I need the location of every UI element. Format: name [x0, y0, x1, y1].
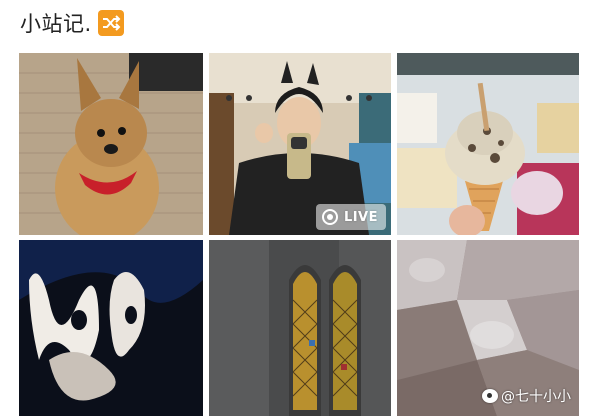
- photo-tile-ice-cream[interactable]: [397, 53, 579, 235]
- shuffle-icon: [97, 10, 124, 36]
- live-badge-label: LIVE: [343, 209, 378, 225]
- photo-tile-abstract-swirl[interactable]: [19, 240, 203, 416]
- watermark-text: @七十小小: [501, 389, 571, 405]
- photo-tile-glass-texture[interactable]: @七十小小: [397, 240, 579, 416]
- post-title-row: 小站记.: [20, 8, 124, 38]
- post-title: 小站记.: [20, 12, 92, 36]
- live-photo-badge: LIVE: [315, 204, 386, 230]
- live-photo-icon: [321, 209, 338, 225]
- photo-tile-stained-glass[interactable]: [209, 240, 391, 416]
- weibo-watermark: @七十小小: [482, 386, 571, 406]
- photo-tile-selfie[interactable]: LIVE: [209, 53, 391, 235]
- weibo-icon: [482, 389, 498, 403]
- photo-tile-dog[interactable]: [19, 53, 203, 235]
